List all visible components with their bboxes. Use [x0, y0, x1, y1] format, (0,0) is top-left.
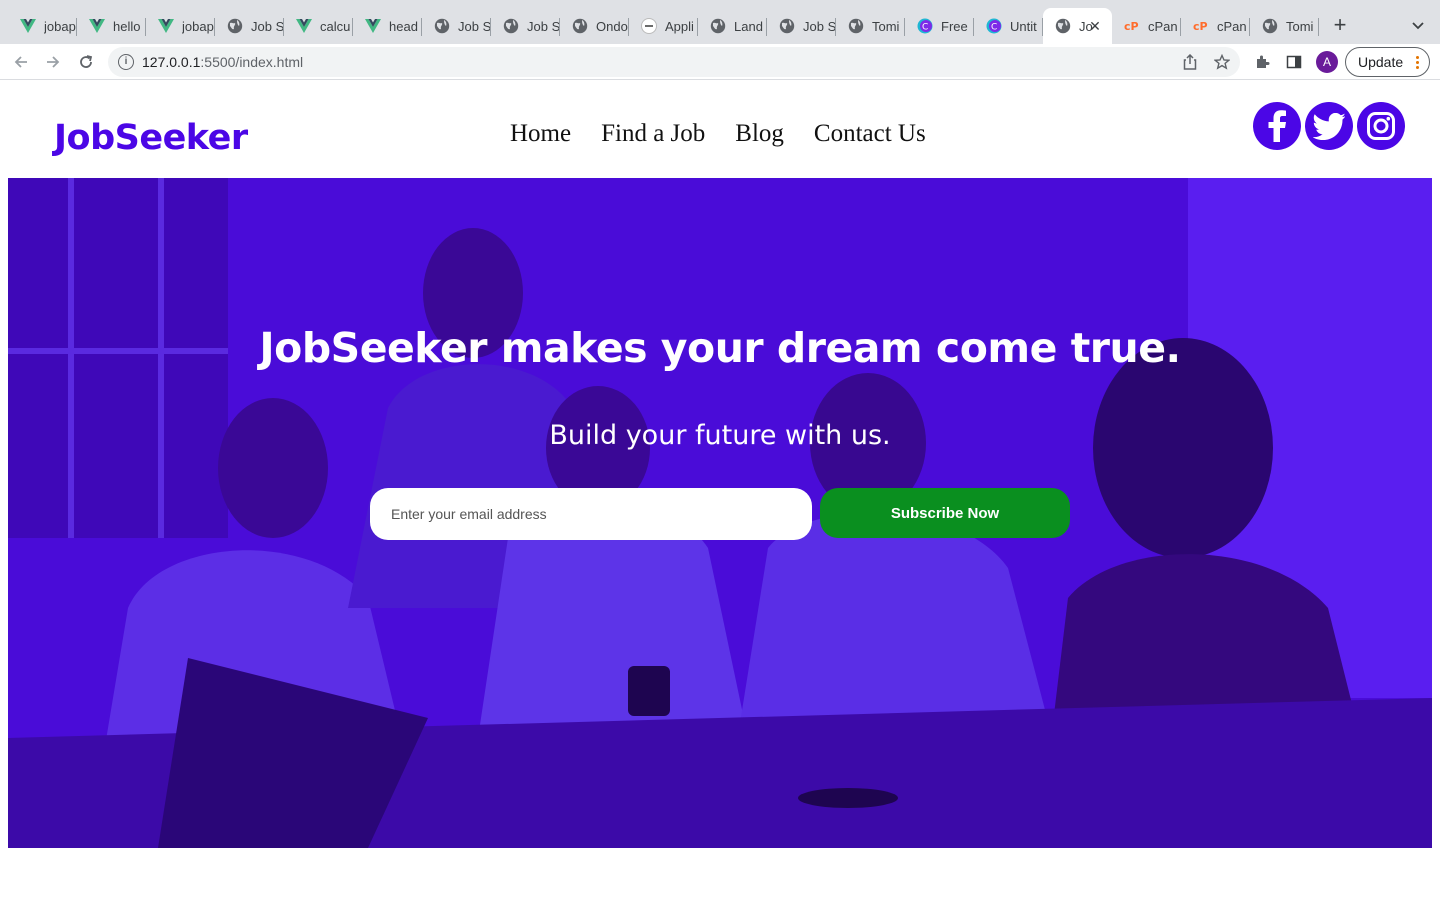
- tab-label: Job S: [458, 18, 491, 34]
- hero-section: JobSeeker makes your dream come true. Bu…: [8, 178, 1432, 848]
- globe-icon: [710, 18, 726, 34]
- tab-label: head: [389, 18, 418, 34]
- hero-subtitle: Build your future with us.: [549, 420, 891, 451]
- url-text[interactable]: 127.0.0.1:5500/index.html: [142, 54, 303, 70]
- tab-label: hello: [113, 18, 141, 34]
- tab-label: Free: [941, 18, 968, 34]
- vue-icon: [365, 18, 381, 34]
- cpanel-icon: cP: [1193, 18, 1209, 34]
- tab-label: Ondo: [596, 18, 628, 34]
- forward-icon[interactable]: [42, 51, 64, 73]
- vue-icon: [158, 18, 174, 34]
- globe-icon: [434, 18, 450, 34]
- browser-tab[interactable]: Job S: [215, 8, 284, 44]
- nav-link-home[interactable]: Home: [510, 120, 571, 148]
- tab-label: cPan: [1148, 18, 1178, 34]
- globe-icon: [1262, 18, 1278, 34]
- tab-label: jobap: [44, 18, 76, 34]
- tab-active[interactable]: Jo ✕: [1043, 8, 1112, 44]
- instagram-icon[interactable]: [1357, 102, 1405, 150]
- subscribe-button[interactable]: Subscribe Now: [820, 488, 1070, 538]
- update-button[interactable]: Update: [1345, 47, 1430, 77]
- globe-icon: [503, 18, 519, 34]
- browser-tab[interactable]: Appli: [629, 8, 698, 44]
- tab-label: Tomi: [872, 18, 900, 34]
- tab-label: Job S: [527, 18, 560, 34]
- tab-search-icon[interactable]: [1408, 16, 1428, 36]
- browser-tab[interactable]: jobap: [8, 8, 77, 44]
- browser-tab[interactable]: Job S: [767, 8, 836, 44]
- profile-avatar[interactable]: A: [1316, 51, 1338, 73]
- side-panel-icon[interactable]: [1284, 52, 1304, 72]
- site-logo[interactable]: JobSeeker: [54, 118, 248, 158]
- more-menu-icon: [1416, 56, 1419, 69]
- vue-icon: [296, 18, 312, 34]
- tab-label: Job S: [251, 18, 284, 34]
- vue-icon: [20, 18, 36, 34]
- tab-label: Tomi: [1286, 18, 1314, 34]
- globe-icon: [572, 18, 588, 34]
- cpanel-icon: cP: [1124, 18, 1140, 34]
- globe-icon: [227, 18, 243, 34]
- social-links: [1253, 102, 1405, 150]
- canva-icon: C: [917, 18, 933, 34]
- globe-icon: [848, 18, 864, 34]
- back-icon[interactable]: [10, 51, 32, 73]
- main-nav: Home Find a Job Blog Contact Us: [510, 120, 926, 148]
- share-icon[interactable]: [1181, 53, 1199, 71]
- svg-text:C: C: [922, 23, 928, 33]
- browser-tab[interactable]: Ondo: [560, 8, 629, 44]
- browser-toolbar: i 127.0.0.1:5500/index.html A Update: [0, 44, 1440, 80]
- vue-icon: [89, 18, 105, 34]
- site-info-icon[interactable]: i: [118, 54, 134, 70]
- browser-tab[interactable]: jobap: [146, 8, 215, 44]
- close-icon[interactable]: ✕: [1086, 17, 1104, 35]
- nav-link-contact[interactable]: Contact Us: [814, 120, 926, 148]
- bookmark-star-icon[interactable]: [1213, 53, 1231, 71]
- browser-tab[interactable]: Job S: [422, 8, 491, 44]
- browser-tab[interactable]: C Free: [905, 8, 974, 44]
- tab-label: Untit: [1010, 18, 1037, 34]
- tab-separator: [1318, 18, 1319, 36]
- app-icon: [641, 18, 657, 34]
- browser-tab[interactable]: Land: [698, 8, 767, 44]
- browser-tab[interactable]: Tomi: [1250, 8, 1319, 44]
- tab-label: jobap: [182, 18, 214, 34]
- web-page: JobSeeker Home Find a Job Blog Contact U…: [0, 80, 1440, 900]
- canva-icon: C: [986, 18, 1002, 34]
- reload-icon[interactable]: [75, 51, 97, 73]
- svg-text:cP: cP: [1193, 20, 1208, 33]
- extensions-icon[interactable]: [1252, 52, 1272, 72]
- browser-tab[interactable]: head: [353, 8, 422, 44]
- twitter-icon[interactable]: [1305, 102, 1353, 150]
- browser-tab[interactable]: hello: [77, 8, 146, 44]
- tab-label: Job S: [803, 18, 836, 34]
- hero-title: JobSeeker makes your dream come true.: [259, 324, 1181, 372]
- tab-label: calcu: [320, 18, 351, 34]
- svg-text:cP: cP: [1124, 20, 1139, 33]
- tab-label: cPan: [1217, 18, 1247, 34]
- browser-tab[interactable]: Job S: [491, 8, 560, 44]
- address-bar[interactable]: i 127.0.0.1:5500/index.html: [108, 47, 1240, 77]
- browser-tab[interactable]: calcu: [284, 8, 353, 44]
- browser-tab[interactable]: C Untit: [974, 8, 1043, 44]
- svg-text:C: C: [991, 23, 997, 33]
- update-button-label: Update: [1358, 54, 1404, 70]
- browser-tab[interactable]: Tomi: [836, 8, 905, 44]
- nav-link-find-job[interactable]: Find a Job: [601, 120, 705, 148]
- globe-icon: [1055, 18, 1071, 34]
- browser-tab-strip: jobap hello jobap Job S calcu head Job S Job S O…: [0, 0, 1440, 44]
- new-tab-button[interactable]: +: [1328, 14, 1352, 38]
- browser-tab[interactable]: cP cPan: [1181, 8, 1250, 44]
- facebook-icon[interactable]: [1253, 102, 1301, 150]
- tab-label: Land: [734, 18, 763, 34]
- tab-label: Appli: [665, 18, 694, 34]
- globe-icon: [779, 18, 795, 34]
- email-input[interactable]: [370, 488, 812, 540]
- browser-tab[interactable]: cP cPan: [1112, 8, 1181, 44]
- nav-link-blog[interactable]: Blog: [735, 120, 784, 148]
